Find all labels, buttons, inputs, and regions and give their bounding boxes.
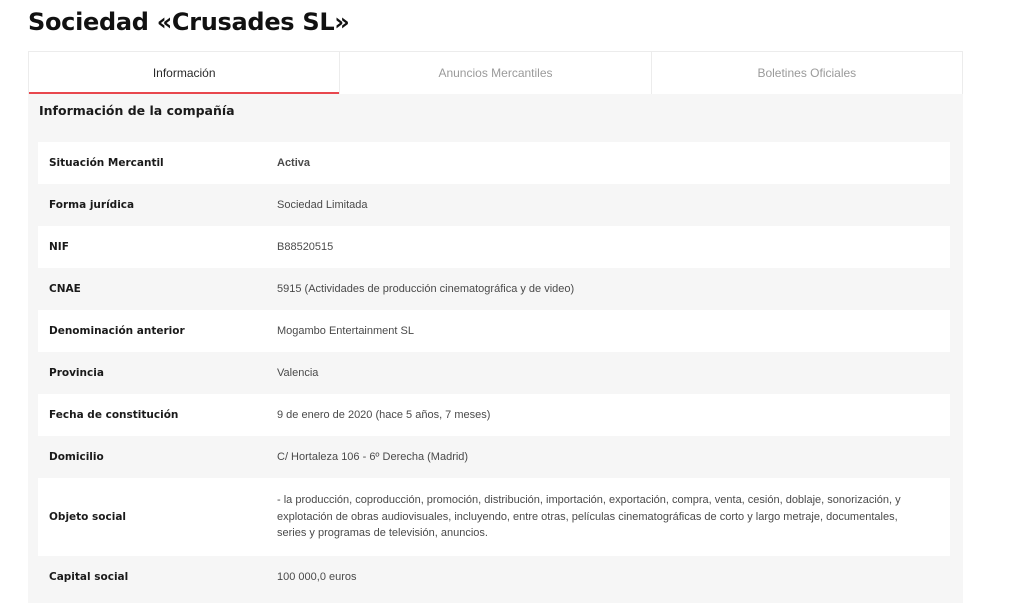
row-value: 100 000,0 euros [277, 570, 357, 583]
row-label: Forma jurídica [49, 199, 135, 211]
table-row-forma-juridica: Forma jurídica Sociedad Limitada [38, 184, 950, 226]
status-badge: Activa [277, 156, 311, 169]
row-label: Situación Mercantil [49, 157, 164, 169]
table-row-domicilio: Domicilio C/ Hortaleza 106 - 6º Derecha … [38, 436, 950, 478]
table-row-objeto-social: Objeto social - la producción, coproducc… [38, 478, 950, 556]
section-title: Información de la compañía [39, 103, 235, 118]
tab-bar: Información Anuncios Mercantiles Boletin… [28, 51, 963, 95]
row-value: Mogambo Entertainment SL [277, 324, 414, 337]
row-value: Sociedad Limitada [277, 198, 368, 211]
row-value: - la producción, coproducción, promoción… [277, 494, 901, 540]
table-row-provincia: Provincia Valencia [38, 352, 950, 394]
row-label: Domicilio [49, 451, 104, 463]
table-row-situacion: Situación Mercantil Activa [38, 142, 950, 184]
tab-informacion[interactable]: Información [29, 52, 341, 95]
table-row-capital-social: Capital social 100 000,0 euros [38, 556, 950, 598]
tab-boletines-oficiales[interactable]: Boletines Oficiales [652, 52, 962, 94]
tab-anuncios-mercantiles[interactable]: Anuncios Mercantiles [340, 52, 652, 94]
row-value: 5915 (Actividades de producción cinemato… [277, 282, 575, 295]
row-value: 9 de enero de 2020 (hace 5 años, 7 meses… [277, 408, 491, 421]
row-value: B88520515 [277, 240, 334, 253]
row-label: Objeto social [49, 511, 127, 523]
row-value: C/ Hortaleza 106 - 6º Derecha (Madrid) [277, 450, 469, 463]
company-info-panel: Información de la compañía Situación Mer… [28, 94, 963, 603]
company-info-table: Situación Mercantil Activa Forma jurídic… [38, 142, 950, 598]
row-label: CNAE [49, 283, 81, 295]
table-row-fecha-constitucion: Fecha de constitución 9 de enero de 2020… [38, 394, 950, 436]
row-label: Fecha de constitución [49, 409, 179, 421]
row-label: Provincia [49, 367, 104, 379]
row-label: NIF [49, 241, 69, 253]
page-title: Sociedad «Crusades SL» [28, 8, 350, 36]
row-label: Capital social [49, 571, 129, 583]
table-row-cnae: CNAE 5915 (Actividades de producción cin… [38, 268, 950, 310]
row-label: Denominación anterior [49, 325, 185, 337]
table-row-denominacion-anterior: Denominación anterior Mogambo Entertainm… [38, 310, 950, 352]
row-value: Valencia [277, 366, 319, 379]
table-row-nif: NIF B88520515 [38, 226, 950, 268]
